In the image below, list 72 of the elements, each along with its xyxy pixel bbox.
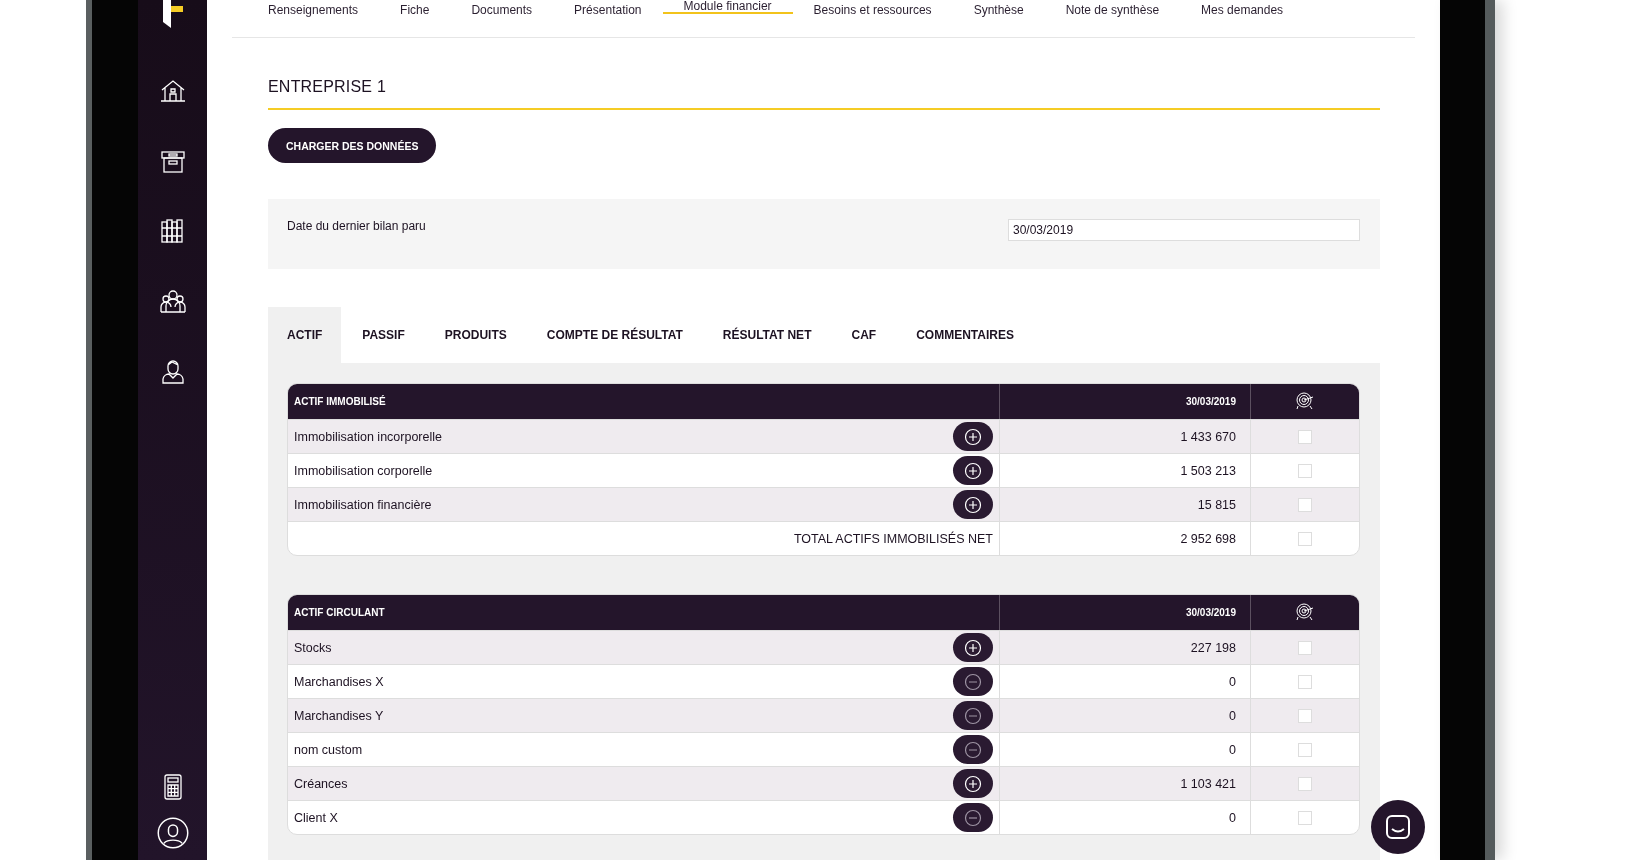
row-label: Immobilisation corporelle — [294, 463, 433, 478]
date-input-field[interactable]: 30/03/2019 — [1008, 219, 1360, 241]
collapse-button[interactable] — [953, 701, 993, 730]
nav-tab[interactable]: Module financier — [662, 0, 793, 14]
checkbox[interactable] — [1298, 429, 1312, 444]
target-icon — [1296, 602, 1314, 621]
nav-tab[interactable]: Documents — [450, 0, 554, 20]
amount-cell: 0 — [1229, 742, 1236, 757]
amount-cell: 1 103 421 — [1180, 776, 1236, 791]
table-header: ACTIF CIRCULANT — [288, 595, 999, 630]
checkbox[interactable] — [1298, 810, 1312, 825]
expand-button[interactable] — [953, 456, 993, 485]
expand-button[interactable] — [953, 633, 993, 662]
plus-icon — [964, 461, 982, 480]
plus-icon — [964, 774, 982, 793]
load-data-button[interactable]: CHARGER DES DONNÉES — [268, 128, 437, 163]
plus-icon — [964, 427, 982, 446]
expand-button[interactable] — [953, 490, 993, 519]
checkbox[interactable] — [1298, 674, 1312, 689]
checkbox[interactable] — [1298, 776, 1312, 791]
checkbox[interactable] — [1298, 497, 1312, 512]
row-label: nom custom — [294, 742, 363, 757]
user-icon[interactable] — [155, 816, 190, 850]
table-header: 30/03/2019 — [999, 384, 1250, 419]
amount-cell: 1 503 213 — [1180, 463, 1236, 478]
nav-tab[interactable]: Fiche — [379, 0, 451, 20]
row-label: Stocks — [294, 640, 332, 655]
checkbox[interactable] — [1298, 742, 1312, 757]
row-label: Marchandises X — [294, 674, 384, 689]
section-tab[interactable]: ACTIF — [268, 307, 342, 363]
nav-tab[interactable]: Note de synthèse — [1044, 0, 1181, 20]
row-label: Client X — [294, 810, 338, 825]
checkbox[interactable] — [1298, 531, 1312, 546]
plus-icon — [964, 495, 982, 514]
nav-tab[interactable]: Présentation — [553, 0, 663, 20]
checkbox[interactable] — [1298, 463, 1312, 478]
amount-cell: 15 815 — [1197, 497, 1236, 512]
row-label: Marchandises Y — [294, 708, 384, 723]
chat-button[interactable] — [1371, 800, 1425, 854]
expand-button[interactable] — [953, 769, 993, 798]
amount-cell: 1 433 670 — [1180, 429, 1236, 444]
amount-cell: 227 198 — [1190, 640, 1236, 655]
checkbox[interactable] — [1298, 708, 1312, 723]
amount-cell: 0 — [1229, 674, 1236, 689]
collapse-button[interactable] — [953, 667, 993, 696]
nav-tab[interactable]: Synthèse — [952, 0, 1045, 20]
collapse-button[interactable] — [953, 735, 993, 764]
table-header: ACTIF IMMOBILISÉ — [288, 384, 999, 419]
amount-cell: 0 — [1229, 810, 1236, 825]
amount-cell: 0 — [1229, 708, 1236, 723]
total-label: TOTAL ACTIFS IMMOBILISÉS NET — [793, 531, 993, 546]
amount-cell: 2 952 698 — [1180, 531, 1236, 546]
minus-icon — [964, 706, 982, 725]
minus-icon — [964, 740, 982, 759]
row-label: Immobilisation incorporelle — [294, 429, 442, 444]
row-label: Immobilisation financière — [294, 497, 432, 512]
minus-icon — [964, 672, 982, 691]
checkbox[interactable] — [1298, 640, 1312, 655]
nav-tab[interactable]: Mes demandes — [1180, 0, 1305, 20]
plus-icon — [964, 638, 982, 657]
collapse-button[interactable] — [953, 803, 993, 832]
expand-button[interactable] — [953, 422, 993, 451]
chat-icon — [1385, 814, 1411, 840]
nav-tab[interactable]: Besoins et ressources — [792, 0, 953, 20]
field-label: Date du dernier bilan paru — [287, 219, 426, 235]
row-label: Créances — [294, 776, 348, 791]
company-title: ENTREPRISE 1 — [268, 78, 1380, 110]
logo-icon[interactable] — [160, 0, 185, 28]
nav-tab[interactable]: Renseignements — [268, 0, 380, 20]
minus-icon — [964, 808, 982, 827]
target-icon — [1296, 391, 1314, 410]
table-header: 30/03/2019 — [999, 595, 1250, 630]
